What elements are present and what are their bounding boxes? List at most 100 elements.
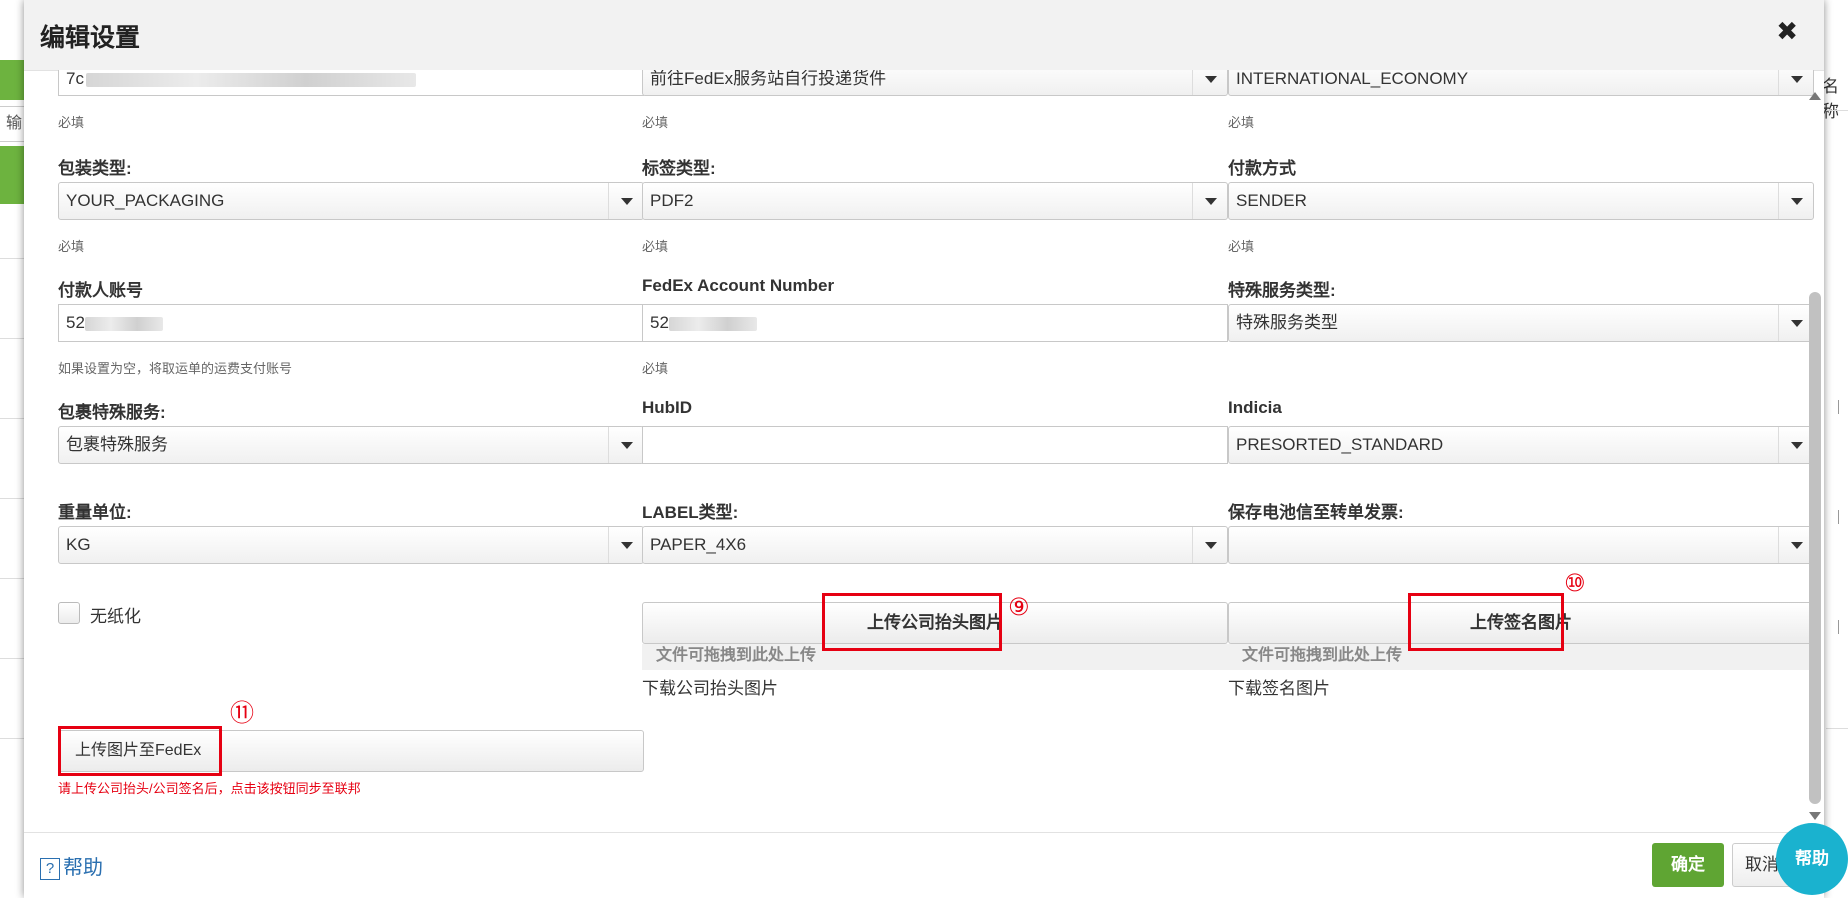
indicia-select[interactable]: PRESORTED_STANDARD bbox=[1228, 426, 1814, 464]
dialog-body: 7c 必填 前往FedEx服务站自行投递货件 必填 INTERNATIONAL_… bbox=[24, 70, 1814, 832]
background-tick bbox=[1838, 400, 1845, 414]
dialog-footer: ? 帮助 确定 取消 bbox=[24, 832, 1824, 898]
fedex-account-value: 52 bbox=[650, 313, 669, 332]
paperless-checkbox[interactable] bbox=[58, 602, 80, 624]
packaging-value: YOUR_PACKAGING bbox=[66, 191, 225, 210]
payer-account-value: 52 bbox=[66, 313, 85, 332]
redacted-value bbox=[85, 72, 416, 87]
fedex-upload-hint: 请上传公司抬头/公司签名后，点击该按钮同步至联邦 bbox=[58, 781, 361, 796]
label-format-select[interactable]: PAPER_4X6 bbox=[642, 526, 1228, 564]
battery-invoice-select[interactable] bbox=[1228, 526, 1814, 564]
packaging-select[interactable]: YOUR_PACKAGING bbox=[58, 182, 644, 220]
download-signature-link[interactable]: 下载签名图片 bbox=[1228, 674, 1330, 699]
payment-select[interactable]: SENDER bbox=[1228, 182, 1814, 220]
required-hint: 必填 bbox=[58, 239, 85, 254]
chevron-down-icon bbox=[608, 427, 643, 463]
weight-unit-value: KG bbox=[66, 535, 91, 554]
help-link-label: 帮助 bbox=[63, 857, 103, 879]
background-row-divider bbox=[1826, 728, 1848, 729]
annotation-number-9: ⑨ bbox=[1008, 594, 1030, 621]
hubid-label: HubID bbox=[642, 398, 693, 417]
fedex-account-input[interactable]: 52 bbox=[642, 304, 1228, 342]
payment-value: SENDER bbox=[1236, 191, 1307, 210]
scroll-down-icon[interactable] bbox=[1809, 812, 1821, 820]
required-hint: 必填 bbox=[642, 361, 669, 376]
weight-unit-label: 重量单位: bbox=[58, 503, 132, 522]
background-row-divider bbox=[0, 418, 24, 419]
redacted-value bbox=[668, 316, 757, 331]
background-right bbox=[1826, 0, 1848, 897]
annotation-number-11: ⑪ bbox=[230, 700, 254, 727]
help-link[interactable]: ? 帮助 bbox=[40, 851, 103, 880]
background-row-divider bbox=[0, 658, 24, 659]
top-row-select-2-value: 前往FedEx服务站自行投递货件 bbox=[650, 70, 887, 88]
payer-account-hint: 如果设置为空，将取运单的运费支付账号 bbox=[58, 361, 293, 376]
packaging-label: 包装类型: bbox=[58, 159, 132, 178]
payer-account-input[interactable]: 52 bbox=[58, 304, 644, 342]
payer-account-label: 付款人账号 bbox=[58, 281, 143, 300]
required-hint: 必填 bbox=[1228, 239, 1255, 254]
annotation-highlight-10 bbox=[1408, 593, 1564, 651]
edit-settings-dialog: 编辑设置 ✖ 7c 必填 前往FedEx服务站自行投递货件 必填 INTERNA… bbox=[24, 0, 1824, 898]
chevron-down-icon bbox=[1192, 183, 1227, 219]
download-letterhead-link[interactable]: 下载公司抬头图片 bbox=[642, 674, 778, 699]
fedex-account-label: FedEx Account Number bbox=[642, 276, 835, 295]
required-hint: 必填 bbox=[642, 115, 669, 130]
background-tick bbox=[1838, 510, 1845, 524]
label-type-value: PDF2 bbox=[650, 191, 694, 210]
background-row-divider bbox=[0, 498, 24, 499]
background-green-block bbox=[0, 146, 24, 204]
weight-unit-select[interactable]: KG bbox=[58, 526, 644, 564]
required-hint: 必填 bbox=[642, 239, 669, 254]
special-service-placeholder: 特殊服务类型 bbox=[1236, 313, 1338, 332]
background-row-divider bbox=[1826, 110, 1848, 111]
chevron-down-icon bbox=[608, 183, 643, 219]
background-row-divider bbox=[0, 338, 24, 339]
background-row-divider bbox=[0, 578, 24, 579]
top-row-select-3[interactable]: INTERNATIONAL_ECONOMY bbox=[1228, 70, 1814, 96]
top-row-input-1[interactable]: 7c bbox=[58, 70, 644, 96]
battery-invoice-label: 保存电池信至转单发票: bbox=[1228, 503, 1404, 522]
top-row-select-3-value: INTERNATIONAL_ECONOMY bbox=[1236, 70, 1469, 88]
dialog-header: 编辑设置 ✖ bbox=[24, 0, 1824, 71]
special-service-select[interactable]: 特殊服务类型 bbox=[1228, 304, 1814, 342]
background-tick bbox=[1838, 620, 1845, 634]
chevron-down-icon bbox=[1192, 70, 1227, 95]
dialog-scrollbar[interactable] bbox=[1808, 92, 1822, 830]
annotation-highlight-9 bbox=[822, 593, 1002, 651]
help-bubble-button[interactable]: 帮助 bbox=[1776, 823, 1848, 895]
indicia-value: PRESORTED_STANDARD bbox=[1236, 435, 1444, 454]
required-hint: 必填 bbox=[1228, 115, 1255, 130]
package-service-label: 包裹特殊服务: bbox=[58, 403, 166, 422]
background-row-divider bbox=[0, 258, 24, 259]
chevron-down-icon bbox=[608, 527, 643, 563]
top-row-input-1-value: 7c bbox=[66, 70, 84, 88]
paperless-label: 无纸化 bbox=[90, 607, 141, 626]
scroll-up-icon[interactable] bbox=[1809, 92, 1821, 100]
package-service-placeholder: 包裹特殊服务 bbox=[66, 435, 168, 454]
redacted-value bbox=[84, 316, 163, 331]
indicia-label: Indicia bbox=[1228, 398, 1282, 417]
annotation-number-10: ⑩ bbox=[1564, 570, 1586, 597]
annotation-highlight-11 bbox=[58, 726, 222, 776]
payment-label: 付款方式 bbox=[1228, 159, 1296, 178]
question-icon: ? bbox=[40, 857, 60, 880]
close-icon[interactable]: ✖ bbox=[1776, 16, 1798, 46]
label-format-label: LABEL类型: bbox=[642, 503, 739, 522]
label-type-label: 标签类型: bbox=[642, 159, 716, 178]
chevron-down-icon bbox=[1192, 527, 1227, 563]
special-service-label: 特殊服务类型: bbox=[1228, 281, 1336, 300]
scrollbar-thumb[interactable] bbox=[1809, 292, 1821, 804]
confirm-button[interactable]: 确定 bbox=[1652, 843, 1724, 887]
background-input: 输 bbox=[0, 106, 25, 142]
required-hint: 必填 bbox=[58, 115, 85, 130]
label-format-value: PAPER_4X6 bbox=[650, 535, 747, 554]
background-green-tab bbox=[0, 60, 24, 100]
hubid-input[interactable] bbox=[642, 426, 1228, 464]
top-row-select-2[interactable]: 前往FedEx服务站自行投递货件 bbox=[642, 70, 1228, 96]
package-service-select[interactable]: 包裹特殊服务 bbox=[58, 426, 644, 464]
background-column-header: 名称 bbox=[1822, 77, 1839, 121]
background-row-divider bbox=[0, 738, 24, 739]
label-type-select[interactable]: PDF2 bbox=[642, 182, 1228, 220]
dialog-title: 编辑设置 bbox=[40, 24, 141, 52]
